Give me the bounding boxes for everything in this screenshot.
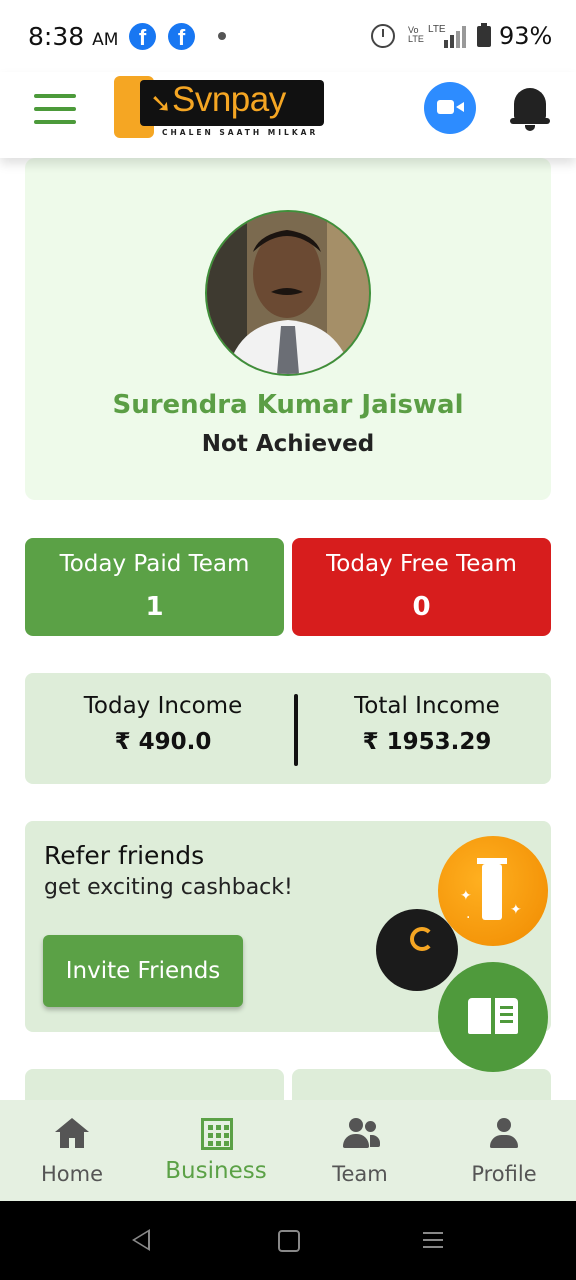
home-icon (55, 1118, 89, 1150)
avatar[interactable] (205, 210, 371, 376)
profile-status: Not Achieved (201, 431, 375, 457)
signal-icon (444, 26, 468, 48)
hamburger-menu-icon[interactable] (34, 94, 76, 124)
system-nav-bar (0, 1201, 576, 1280)
business-icon (199, 1118, 233, 1150)
svnpay-logo: ➘ Svnpay CHALEN SAATH MILKAR (114, 76, 326, 140)
alarm-icon (371, 24, 395, 48)
home-square-icon[interactable] (278, 1230, 300, 1252)
nav-team[interactable]: Team (288, 1100, 432, 1201)
nav-profile[interactable]: Profile (432, 1100, 576, 1201)
free-team-value: 0 (412, 592, 431, 622)
total-income-label: Total Income (354, 693, 500, 719)
free-team-label: Today Free Team (326, 551, 517, 577)
volte-icon: Vo LTE (408, 25, 424, 44)
book-icon[interactable] (438, 962, 548, 1072)
trimmer-product-icon[interactable]: ✦ ✦ · (438, 836, 548, 946)
nav-business[interactable]: Business (144, 1100, 288, 1201)
nav-home[interactable]: Home (0, 1100, 144, 1201)
bottom-nav: Home Business Team Profile (0, 1100, 576, 1201)
recents-menu-icon[interactable] (423, 1230, 443, 1250)
nav-profile-label: Profile (471, 1162, 537, 1186)
today-income-value: ₹ 490.0 (114, 729, 212, 755)
bell-icon[interactable] (510, 84, 550, 132)
today-income: Today Income ₹ 490.0 (33, 693, 293, 755)
paid-team-label: Today Paid Team (59, 551, 250, 577)
lte-label: LTE (428, 24, 446, 35)
profile-card: Surendra Kumar Jaiswal Not Achieved (25, 158, 551, 500)
today-free-team-card[interactable]: Today Free Team 0 (292, 538, 551, 636)
total-income-value: ₹ 1953.29 (362, 729, 492, 755)
status-time: 8:38 AM (28, 22, 119, 51)
back-icon[interactable] (132, 1229, 150, 1251)
facebook-icon: f (129, 23, 156, 50)
profile-icon (487, 1118, 521, 1150)
today-paid-team-card[interactable]: Today Paid Team 1 (25, 538, 284, 636)
facebook-icon: f (168, 23, 195, 50)
status-bar: 8:38 AM f f Vo LTE LTE 93% (0, 0, 576, 72)
dot-icon (218, 32, 226, 40)
zoom-video-icon[interactable] (424, 82, 476, 134)
total-income: Total Income ₹ 1953.29 (297, 693, 557, 755)
app-shortcut-icon[interactable] (376, 909, 458, 991)
team-icon (343, 1118, 380, 1150)
invite-friends-button[interactable]: Invite Friends (43, 935, 243, 1007)
paid-team-value: 1 (145, 592, 164, 622)
nav-business-label: Business (165, 1158, 267, 1184)
nav-home-label: Home (40, 1162, 103, 1186)
refer-title: Refer friends (44, 841, 205, 870)
nav-team-label: Team (332, 1162, 388, 1186)
logo-text: Svnpay (172, 80, 286, 119)
profile-name: Surendra Kumar Jaiswal (112, 390, 464, 420)
today-income-label: Today Income (83, 693, 243, 719)
logo-tagline: CHALEN SAATH MILKAR (162, 128, 319, 137)
battery-icon (477, 23, 491, 47)
battery-percent: 93% (499, 22, 553, 50)
refer-subtitle: get exciting cashback! (44, 875, 293, 900)
app-header: ➘ Svnpay CHALEN SAATH MILKAR (0, 72, 576, 158)
income-card: Today Income ₹ 490.0 Total Income ₹ 1953… (25, 673, 551, 784)
